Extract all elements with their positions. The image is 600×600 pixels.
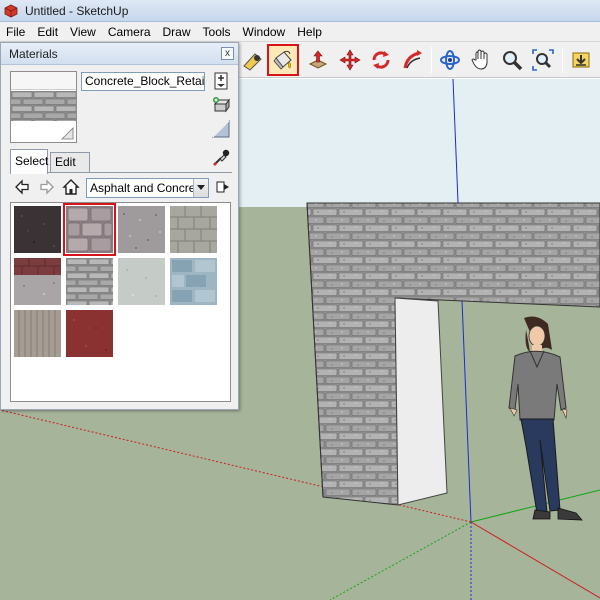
material-swatch-grid [10, 202, 231, 402]
menu-window[interactable]: Window [237, 22, 292, 42]
get-models-icon[interactable] [566, 45, 596, 75]
pan-icon[interactable] [466, 45, 496, 75]
panel-tabs: Select Edit [10, 149, 232, 174]
swatch-blue-paving[interactable] [170, 258, 217, 305]
default-material-icon[interactable] [211, 119, 231, 139]
move-icon[interactable] [335, 45, 365, 75]
close-icon[interactable]: x [221, 47, 234, 60]
materials-panel-title: Materials [9, 47, 58, 61]
back-arrow-icon[interactable] [12, 177, 32, 197]
swatch-asphalt-dark[interactable] [14, 206, 61, 253]
materials-panel-titlebar[interactable]: Materials x [1, 43, 238, 65]
title-bar: Untitled - SketchUp [0, 0, 600, 22]
toolbar-separator [431, 47, 432, 73]
library-navigation: Asphalt and Concrete [10, 177, 232, 199]
toolbar-separator [562, 47, 563, 73]
swatch-concrete-form[interactable] [14, 310, 61, 357]
material-preview-swatch [11, 91, 76, 121]
materials-panel: Materials x Concrete_Block_Retaining Sel… [0, 42, 239, 410]
menu-file[interactable]: File [0, 22, 31, 42]
chevron-down-icon[interactable] [193, 179, 208, 197]
library-select-value: Asphalt and Concrete [90, 181, 206, 195]
red-axis [470, 521, 600, 599]
menu-view[interactable]: View [64, 22, 102, 42]
rotate-icon[interactable] [366, 45, 396, 75]
push-pull-icon[interactable] [303, 45, 333, 75]
menu-draw[interactable]: Draw [157, 22, 197, 42]
forward-arrow-icon[interactable] [37, 177, 57, 197]
display-secondary-pane-icon[interactable] [211, 71, 231, 91]
swatch-red-aggregate[interactable] [14, 258, 61, 305]
swatch-aggregate[interactable] [118, 206, 165, 253]
swatch-concrete-block[interactable] [170, 206, 217, 253]
material-preview [10, 71, 77, 143]
swatch-stone-block[interactable] [66, 258, 113, 305]
swatch-concrete-light[interactable] [118, 258, 165, 305]
green-axis-negative [329, 521, 472, 600]
sketchup-app-icon[interactable] [3, 3, 19, 19]
tab-select[interactable]: Select [10, 149, 48, 174]
library-select[interactable]: Asphalt and Concrete [86, 178, 209, 198]
person-figure [508, 316, 583, 521]
menu-camera[interactable]: Camera [102, 22, 157, 42]
home-icon[interactable] [61, 177, 81, 197]
menu-tools[interactable]: Tools [197, 22, 237, 42]
swatch-concrete-block-retaining[interactable] [63, 203, 116, 256]
resize-corner-icon [61, 127, 74, 140]
orbit-icon[interactable] [435, 45, 465, 75]
menu-help[interactable]: Help [291, 22, 328, 42]
menu-bar: File Edit View Camera Draw Tools Window … [0, 22, 600, 42]
follow-me-icon[interactable] [398, 45, 428, 75]
menu-edit[interactable]: Edit [31, 22, 64, 42]
sample-paint-icon[interactable] [211, 148, 231, 168]
material-name-field[interactable]: Concrete_Block_Retaining [81, 72, 205, 91]
swatch-red-asphalt[interactable] [66, 310, 113, 357]
zoom-icon[interactable] [497, 45, 527, 75]
create-material-icon[interactable] [211, 95, 231, 115]
paint-bucket-icon[interactable] [267, 44, 299, 76]
tape-measure-icon[interactable] [238, 45, 268, 75]
zoom-extents-icon[interactable] [528, 45, 558, 75]
window-title: Untitled - SketchUp [25, 3, 129, 18]
details-arrow-icon[interactable] [213, 177, 233, 197]
tab-edit[interactable]: Edit [50, 152, 90, 173]
